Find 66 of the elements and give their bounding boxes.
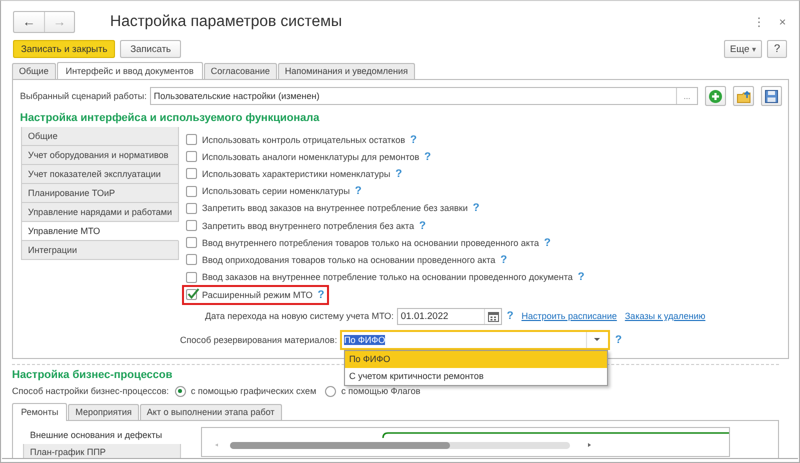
dropdown-option[interactable]: С учетом критичности ремонтов xyxy=(345,368,608,385)
radio-label[interactable]: с помощью Флагов xyxy=(341,386,420,396)
load-button[interactable] xyxy=(733,86,754,106)
more-button[interactable]: Еще ▾ xyxy=(724,40,762,58)
add-button[interactable] xyxy=(705,86,726,106)
checkbox[interactable] xyxy=(186,272,197,283)
back-button[interactable]: ← xyxy=(14,12,44,32)
field-label: Способ резервирования материалов: xyxy=(180,334,338,345)
section-heading: Настройка интерфейса и используемого функционала xyxy=(20,112,320,124)
checkbox-label: Ввод внутреннего потребления товаров только на основании проведенного акта xyxy=(202,238,539,248)
save-settings-button[interactable] xyxy=(761,86,782,106)
link[interactable]: Заказы к удалению xyxy=(624,311,706,322)
sidebar-item[interactable]: Интеграции xyxy=(21,241,179,260)
tab[interactable]: Общие xyxy=(12,63,56,79)
sidebar-item[interactable]: Учет показателей эксплуатации xyxy=(21,165,179,184)
radio-button[interactable] xyxy=(325,386,336,396)
checkbox[interactable] xyxy=(186,289,197,300)
tab[interactable]: Согласование xyxy=(204,63,277,79)
calendar-icon[interactable] xyxy=(488,310,499,322)
checkbox-label: Использовать характеристики номенклатуры xyxy=(202,168,390,179)
save-button[interactable]: Записать xyxy=(120,40,181,58)
checkbox[interactable] xyxy=(186,168,197,180)
checkbox[interactable] xyxy=(186,254,197,266)
sidebar-item[interactable]: Общие xyxy=(21,127,179,146)
sidebar-item[interactable]: Управление нарядами и работами xyxy=(21,203,179,222)
radio-label[interactable]: с помощью графических схем xyxy=(190,386,316,396)
close-button[interactable]: × xyxy=(764,14,786,28)
field-label: Дата перехода на новую систему учета МТО: xyxy=(205,311,394,322)
checkbox-label: Использовать серии номенклатуры xyxy=(202,186,350,196)
tab[interactable]: Мероприятия xyxy=(68,404,139,420)
field-label: Выбранный сценарий работы: xyxy=(20,91,147,101)
field-label: Способ настройки бизнес-процессов: xyxy=(12,386,169,396)
checkbox-label: Использовать аналоги номенклатуры для ремонтов xyxy=(202,152,420,162)
help-button[interactable]: ? xyxy=(767,40,787,58)
tab[interactable]: Интерфейс и ввод документов xyxy=(56,62,203,80)
checkbox[interactable] xyxy=(186,237,197,248)
sidebar-item[interactable]: Управление МТО xyxy=(21,222,179,241)
folder-icon xyxy=(736,90,750,102)
dropdown-option[interactable]: По ФИФО xyxy=(345,350,608,368)
caret-icon[interactable] xyxy=(594,338,600,342)
save-and-close-button[interactable]: Записать и закрыть xyxy=(13,40,116,58)
checkbox-label: Запретить ввод внутреннего потребления без акта xyxy=(202,220,414,231)
date-field[interactable]: 01.01.2022 xyxy=(396,308,502,325)
checkbox-label: Использовать контроль отрицательных остатков xyxy=(202,134,406,145)
checkbox[interactable] xyxy=(186,134,197,146)
tab[interactable]: Акт о выполнении этапа работ xyxy=(140,404,282,420)
sidebar-item[interactable]: План-график ППР xyxy=(23,444,181,458)
tab[interactable]: Ремонты xyxy=(12,403,68,421)
checkbox-label: Ввод оприходования товаров только на основании проведенного акта xyxy=(202,254,496,265)
sidebar-item[interactable]: Планирование ТОиР xyxy=(21,184,179,203)
add-icon xyxy=(709,90,722,102)
checkbox[interactable] xyxy=(186,202,197,214)
section-heading: Настройка бизнес-процессов xyxy=(12,369,172,381)
checkbox[interactable] xyxy=(186,220,197,232)
scenario-field[interactable]: Пользовательские настройки (изменен) ... xyxy=(150,87,698,105)
tab[interactable]: Напоминания и уведомления xyxy=(278,63,415,79)
sidebar-item[interactable]: Учет оборудования и нормативов xyxy=(21,146,179,165)
link[interactable]: Настроить расписание xyxy=(521,311,617,322)
window-title: Настройка параметров системы xyxy=(110,12,344,30)
checkbox[interactable] xyxy=(186,151,197,162)
radio-button[interactable] xyxy=(174,386,186,396)
checkbox-label: Запретить ввод заказов на внутреннее потребление без заявки xyxy=(202,203,468,214)
checkbox-label: Расширенный режим МТО xyxy=(202,290,313,300)
more-menu-button[interactable]: ⋮ xyxy=(738,14,765,28)
checkbox-label: Ввод заказов на внутреннее потребление только на основании проведенного документа xyxy=(202,272,573,282)
checkbox[interactable] xyxy=(186,186,197,197)
